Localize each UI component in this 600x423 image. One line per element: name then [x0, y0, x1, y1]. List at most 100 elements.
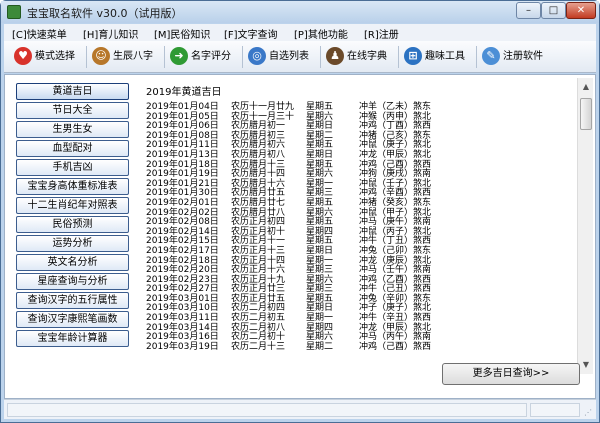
window-title: 宝宝取名软件 v30.0（试用版） — [27, 7, 183, 20]
row-lunar-date: 农历腊月初一 — [231, 121, 286, 132]
online-dictionary-button[interactable]: ♟ 在线字典 — [326, 46, 387, 68]
row-lunar-date: 农历正月十一 — [231, 236, 286, 247]
sidebar-item-folk-prediction[interactable]: 民俗预测 — [16, 216, 129, 233]
maximize-button[interactable]: □ — [541, 2, 566, 19]
birth-bazi-button[interactable]: ☺ 生辰八字 — [92, 46, 153, 68]
row-date: 2019年03月11日 — [146, 313, 219, 324]
sidebar-item-lucky-days[interactable]: 黄道吉日 — [16, 83, 129, 100]
row-weekday: 星期三 — [306, 188, 334, 199]
row-date: 2019年01月19日 — [146, 169, 219, 180]
row-conflict: 冲马（丙午）煞南 — [359, 332, 432, 343]
row-conflict: 冲鸡（己酉）煞西 — [359, 341, 432, 352]
row-weekday: 星期一 — [306, 313, 334, 324]
menu-parenting[interactable]: [H]育儿知识 — [83, 26, 138, 41]
row-weekday: 星期日 — [306, 245, 334, 256]
sidebar-item-english-name[interactable]: 英文名分析 — [16, 254, 129, 271]
toolbar-divider — [398, 46, 399, 68]
sidebar-item-height-weight[interactable]: 宝宝身高体重标准表 — [16, 178, 129, 195]
fun-tools-button[interactable]: ⊞ 趣味工具 — [404, 46, 465, 68]
toolbar-divider — [164, 46, 165, 68]
name-score-label: 名字评分 — [191, 51, 231, 62]
row-weekday: 星期日 — [306, 121, 334, 132]
minimize-button[interactable]: – — [516, 2, 541, 19]
row-conflict: 冲兔（己卯）煞东 — [359, 245, 432, 256]
row-date: 2019年02月27日 — [146, 284, 219, 295]
more-lucky-days-button[interactable]: 更多吉日查询>> — [442, 363, 580, 385]
mode-select-button[interactable]: ♥ 模式选择 — [14, 46, 75, 68]
row-conflict: 冲猪（癸亥）煞东 — [359, 197, 432, 208]
arrow-right-icon: ➜ — [170, 47, 188, 65]
sidebar-item-age-calculator[interactable]: 宝宝年龄计算器 — [16, 330, 129, 347]
row-weekday: 星期三 — [306, 265, 334, 276]
row-weekday: 星期五 — [306, 236, 334, 247]
register-software-label: 注册软件 — [503, 51, 543, 62]
row-date: 2019年03月19日 — [146, 341, 219, 352]
row-lunar-date: 农历正月廿三 — [231, 284, 286, 295]
row-conflict: 冲牛（辛丑）煞西 — [359, 313, 432, 324]
name-score-button[interactable]: ➜ 名字评分 — [170, 46, 231, 68]
row-weekday: 星期五 — [306, 217, 334, 228]
row-date: 2019年02月15日 — [146, 236, 219, 247]
custom-list-label: 自选列表 — [269, 51, 309, 62]
row-lunar-date: 农历正月十三 — [231, 245, 286, 256]
row-conflict: 冲狗（庚戌）煞南 — [359, 169, 432, 180]
title-bar[interactable]: 宝宝取名软件 v30.0（试用版） – □ ✕ — [1, 1, 599, 23]
resize-grip-icon[interactable]: ⋰ — [584, 408, 594, 418]
menu-other[interactable]: [P]其他功能 — [294, 26, 348, 41]
people-icon: ☺ — [92, 47, 110, 65]
list-item: 2019年03月19日 农历二月十三 星期二 冲鸡（己酉）煞西 — [146, 341, 576, 353]
toolbar-divider — [476, 46, 477, 68]
sidebar-item-blood-type[interactable]: 血型配对 — [16, 140, 129, 157]
sidebar-item-fortune[interactable]: 运势分析 — [16, 235, 129, 252]
scroll-down-icon[interactable]: ▼ — [580, 359, 592, 371]
vertical-scrollbar[interactable]: ▲ ▼ — [577, 78, 593, 374]
close-button[interactable]: ✕ — [566, 2, 596, 19]
row-conflict: 冲马（壬午）煞南 — [359, 265, 432, 276]
menu-text-query[interactable]: [F]文字查询 — [224, 26, 278, 41]
birth-bazi-label: 生辰八字 — [113, 51, 153, 62]
menu-register[interactable]: [R]注册 — [364, 26, 399, 41]
row-lunar-date: 农历正月初四 — [231, 217, 286, 228]
menu-folk[interactable]: [M]民俗知识 — [154, 26, 210, 41]
register-software-button[interactable]: ✎ 注册软件 — [482, 46, 543, 68]
row-conflict: 冲羊（乙未）煞东 — [359, 102, 432, 112]
row-weekday: 星期五 — [306, 197, 334, 208]
row-conflict: 冲鸡（丁酉）煞西 — [359, 121, 432, 132]
toolbar-divider — [320, 46, 321, 68]
row-weekday: 星期二 — [306, 341, 334, 352]
status-bar: ⋰ — [4, 399, 596, 419]
row-date: 2019年01月13日 — [146, 149, 219, 160]
sidebar-item-zodiac-years[interactable]: 十二生肖纪年对照表 — [16, 197, 129, 214]
sidebar-item-boy-girl[interactable]: 生男生女 — [16, 121, 129, 138]
row-date: 2019年02月20日 — [146, 265, 219, 276]
mode-select-label: 模式选择 — [35, 51, 75, 62]
row-lunar-date: 农历腊月廿七 — [231, 197, 286, 208]
row-date: 2019年01月06日 — [146, 121, 219, 132]
sidebar-item-phone-luck[interactable]: 手机吉凶 — [16, 159, 129, 176]
sidebar-item-festivals[interactable]: 节日大全 — [16, 102, 129, 119]
row-lunar-date: 农历十一月廿九 — [231, 102, 295, 112]
status-panel — [7, 403, 527, 417]
row-lunar-date: 农历二月初五 — [231, 313, 286, 324]
windows-logo-icon: ⊞ — [404, 47, 422, 65]
menu-quick[interactable]: [C]快速菜单 — [12, 26, 67, 41]
toolbar-divider — [242, 46, 243, 68]
row-conflict: 冲牛（己丑）煞西 — [359, 284, 432, 295]
fun-tools-label: 趣味工具 — [425, 51, 465, 62]
row-date: 2019年01月30日 — [146, 188, 219, 199]
row-weekday: 星期五 — [306, 102, 334, 112]
sidebar-item-constellation[interactable]: 星座查询与分析 — [16, 273, 129, 290]
custom-list-button[interactable]: ◎ 自选列表 — [248, 46, 309, 68]
row-date: 2019年03月16日 — [146, 332, 219, 343]
scroll-up-icon[interactable]: ▲ — [580, 81, 592, 93]
sidebar-item-five-elements[interactable]: 查询汉字的五行属性 — [16, 292, 129, 309]
row-date: 2019年02月01日 — [146, 197, 219, 208]
sidebar-item-kangxi-strokes[interactable]: 查询汉字康熙笔画数 — [16, 311, 129, 328]
scholar-icon: ♟ — [326, 47, 344, 65]
content-title: 2019年黄道吉日 — [146, 87, 222, 98]
scroll-thumb[interactable] — [580, 98, 592, 130]
status-panel — [530, 403, 580, 417]
row-lunar-date: 农历二月初十 — [231, 332, 286, 343]
online-dictionary-label: 在线字典 — [347, 51, 387, 62]
row-date: 2019年02月08日 — [146, 217, 219, 228]
